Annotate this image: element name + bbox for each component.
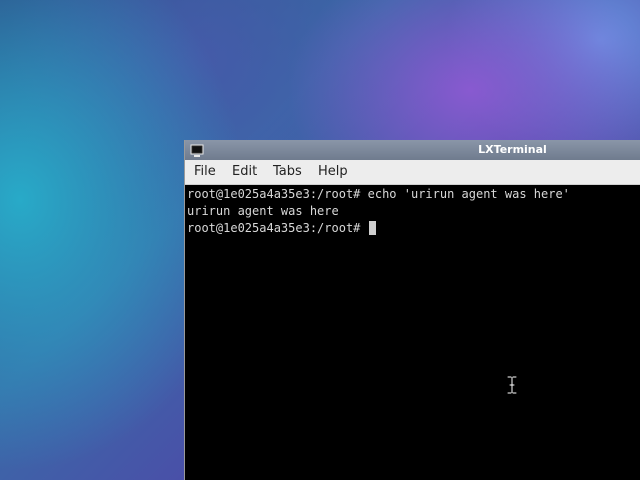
terminal-area[interactable]: root@1e025a4a35e3:/root# echo 'urirun ag…: [185, 186, 640, 480]
menu-file[interactable]: File: [194, 164, 216, 180]
menu-help[interactable]: Help: [318, 164, 348, 180]
menu-edit[interactable]: Edit: [232, 164, 257, 180]
text-cursor-icon: [507, 376, 517, 394]
window-title: LXTerminal: [478, 143, 547, 156]
terminal-line: root@1e025a4a35e3:/root# echo 'urirun ag…: [187, 187, 570, 201]
menubar: File Edit Tabs Help: [185, 160, 640, 185]
terminal-prompt-line: root@1e025a4a35e3:/root#: [187, 220, 376, 237]
menu-tabs[interactable]: Tabs: [273, 164, 302, 180]
lxterminal-window[interactable]: LXTerminal File Edit Tabs Help root@1e02…: [184, 140, 640, 480]
terminal-cursor: [368, 221, 376, 235]
terminal-prompt: root@1e025a4a35e3:/root#: [187, 221, 368, 235]
terminal-line: urirun agent was here: [187, 204, 339, 218]
window-titlebar[interactable]: LXTerminal: [185, 140, 640, 160]
